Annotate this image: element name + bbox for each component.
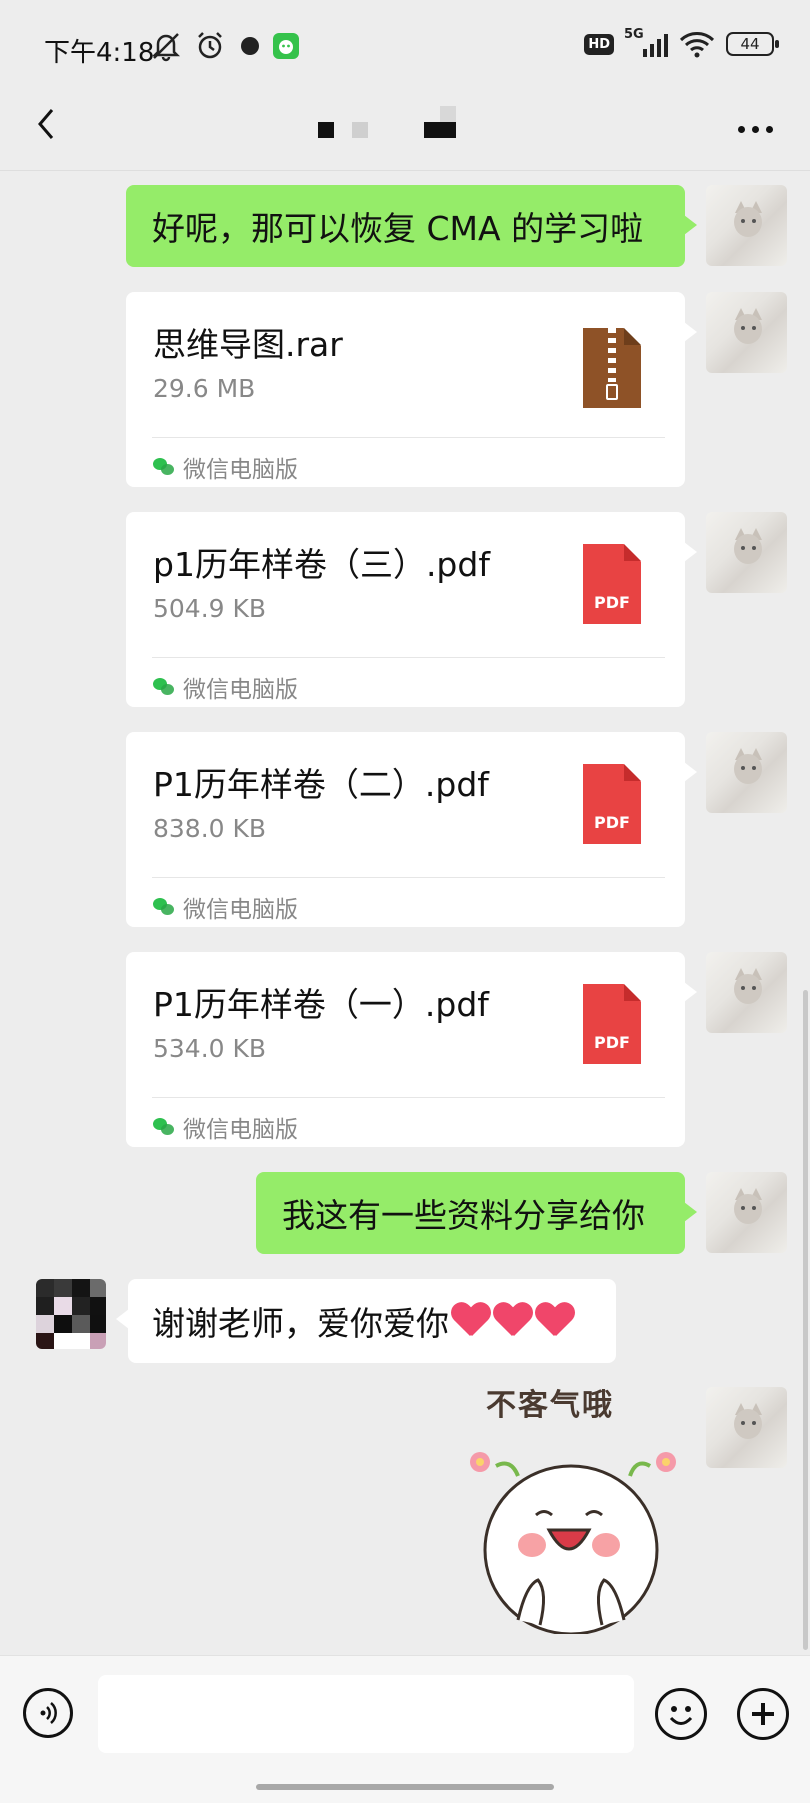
mute-icon — [150, 30, 182, 62]
zip-teeth — [608, 328, 616, 382]
contact-name-redacted — [318, 104, 478, 144]
file-source-label: 微信电脑版 — [183, 457, 298, 483]
file-source: 微信电脑版 — [153, 670, 298, 704]
sticker-message[interactable]: 不客气哦 — [466, 1380, 691, 1650]
file-message[interactable]: 思维导图.rar 29.6 MB 微信电脑版 — [126, 292, 697, 487]
sticker-caption: 不客气哦 — [486, 1388, 614, 1423]
my-avatar[interactable] — [706, 512, 787, 593]
message-text: 我这有一些资料分享给你 — [282, 1196, 645, 1235]
input-bar — [0, 1655, 810, 1803]
my-avatar[interactable] — [706, 1387, 787, 1468]
file-name: p1历年样卷（三）.pdf — [153, 545, 490, 584]
message-bubble-received[interactable]: 谢谢老师，爱你爱你 — [116, 1279, 616, 1363]
pdf-label: PDF — [594, 813, 630, 832]
message-text: 谢谢老师，爱你爱你 — [152, 1304, 449, 1343]
home-indicator[interactable] — [256, 1784, 554, 1790]
file-message[interactable]: P1历年样卷（一）.pdf 534.0 KB PDF 微信电脑版 — [126, 952, 697, 1147]
wechat-icon — [153, 458, 175, 476]
zip-fold — [624, 328, 641, 345]
pdf-label: PDF — [594, 1033, 630, 1052]
divider — [152, 877, 665, 878]
file-size: 534.0 KB — [153, 1034, 267, 1063]
wechat-icon — [153, 1118, 175, 1136]
pdf-fold — [624, 544, 641, 561]
pdf-fold — [624, 764, 641, 781]
file-source: 微信电脑版 — [153, 450, 298, 484]
plus-icon[interactable] — [737, 1688, 789, 1740]
signal-icon: 5G — [624, 27, 668, 59]
file-size: 504.9 KB — [153, 594, 267, 623]
file-name: 思维导图.rar — [153, 325, 343, 364]
divider — [152, 437, 665, 438]
my-avatar[interactable] — [706, 732, 787, 813]
emoji-icon[interactable] — [655, 1688, 707, 1740]
my-avatar[interactable] — [706, 952, 787, 1033]
message-bubble-sent[interactable]: 好呢，那可以恢复 CMA 的学习啦 — [126, 185, 697, 267]
message-input[interactable] — [98, 1675, 634, 1753]
file-source-label: 微信电脑版 — [183, 897, 298, 923]
voice-icon[interactable] — [23, 1688, 73, 1738]
file-name: P1历年样卷（二）.pdf — [153, 765, 489, 804]
notification-dot-icon — [238, 30, 262, 62]
battery-icon: 44 — [726, 32, 779, 56]
wifi-icon — [678, 28, 716, 60]
message-bubble-sent[interactable]: 我这有一些资料分享给你 — [256, 1172, 697, 1254]
more-dots-icon[interactable] — [730, 104, 780, 154]
message-text: 好呢，那可以恢复 CMA 的学习啦 — [152, 209, 644, 248]
divider — [152, 1097, 665, 1098]
pdf-label: PDF — [594, 593, 630, 612]
file-message[interactable]: P1历年样卷（二）.pdf 838.0 KB PDF 微信电脑版 — [126, 732, 697, 927]
network-type: 5G — [624, 27, 644, 42]
status-right: HD 5G 44 — [584, 27, 779, 60]
my-avatar[interactable] — [706, 1172, 787, 1253]
chevron-left-icon[interactable] — [30, 102, 80, 152]
divider — [152, 657, 665, 658]
pdf-fold — [624, 984, 641, 1001]
chat-area[interactable]: 好呢，那可以恢复 CMA 的学习啦 思维导图.rar 29.6 MB 微信电脑版… — [0, 171, 810, 1654]
file-name: P1历年样卷（一）.pdf — [153, 985, 489, 1024]
wechat-icon — [153, 678, 175, 696]
status-bar: 下午4:18 HD 5G 44 — [0, 0, 810, 92]
heart-emoji-icon — [493, 1301, 533, 1341]
zip-lock — [606, 384, 618, 400]
my-avatar[interactable] — [706, 292, 787, 373]
app-notification-icon — [272, 30, 300, 62]
battery-level: 44 — [740, 35, 760, 53]
heart-emoji-icon — [535, 1301, 575, 1341]
file-source: 微信电脑版 — [153, 890, 298, 924]
scrollbar[interactable] — [803, 990, 808, 1650]
status-time: 下午4:18 — [44, 38, 155, 68]
hd-badge: HD — [584, 33, 614, 55]
file-size: 838.0 KB — [153, 814, 267, 843]
file-source: 微信电脑版 — [153, 1110, 298, 1144]
file-size: 29.6 MB — [153, 374, 256, 403]
contact-avatar[interactable] — [36, 1279, 106, 1349]
alarm-icon — [194, 30, 226, 62]
my-avatar[interactable] — [706, 185, 787, 266]
file-message[interactable]: p1历年样卷（三）.pdf 504.9 KB PDF 微信电脑版 — [126, 512, 697, 707]
file-source-label: 微信电脑版 — [183, 677, 298, 703]
heart-emoji-icon — [451, 1301, 491, 1341]
file-source-label: 微信电脑版 — [183, 1117, 298, 1143]
wechat-icon — [153, 898, 175, 916]
